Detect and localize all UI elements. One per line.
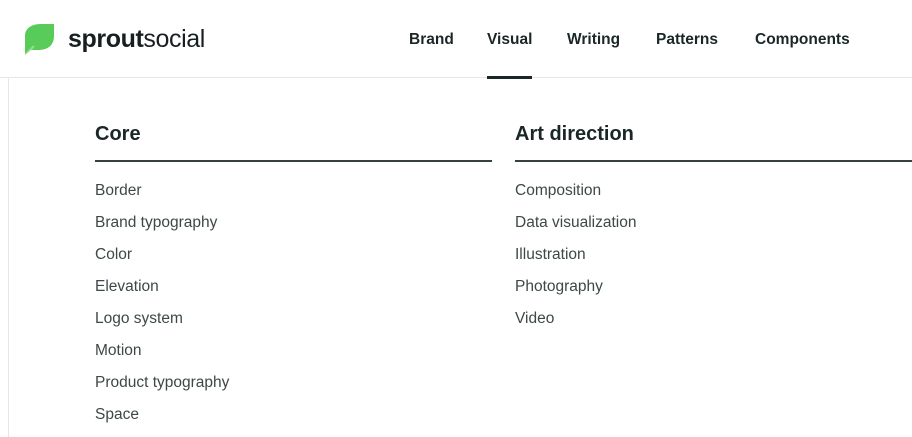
nav-writing[interactable]: Writing: [567, 30, 620, 50]
core-list-item: Product typography: [95, 373, 229, 405]
sprout-leaf-icon: [24, 24, 54, 56]
core-list-item: Elevation: [95, 277, 229, 309]
link-illustration[interactable]: Illustration: [515, 246, 586, 263]
link-photography[interactable]: Photography: [515, 278, 603, 295]
core-list-item: Motion: [95, 341, 229, 373]
link-border[interactable]: Border: [95, 182, 142, 199]
link-color[interactable]: Color: [95, 246, 132, 263]
logo-wordmark-light: social: [143, 25, 205, 53]
core-link-list: Border Brand typography Color Elevation …: [95, 181, 229, 437]
link-motion[interactable]: Motion: [95, 342, 142, 359]
art-direction-link-list: Composition Data visualization Illustrat…: [515, 181, 636, 341]
core-list-item: Color: [95, 245, 229, 277]
link-logo-system[interactable]: Logo system: [95, 310, 183, 327]
link-video[interactable]: Video: [515, 310, 554, 327]
core-section-divider: [95, 160, 492, 162]
link-composition[interactable]: Composition: [515, 182, 601, 199]
link-product-typography[interactable]: Product typography: [95, 374, 229, 391]
nav-brand[interactable]: Brand: [409, 30, 454, 50]
left-divider: [8, 78, 9, 437]
art-direction-list-item: Video: [515, 309, 636, 341]
logo-wordmark-bold: sprout: [68, 25, 144, 53]
art-direction-list-item: Illustration: [515, 245, 636, 277]
link-data-visualization[interactable]: Data visualization: [515, 214, 636, 231]
art-direction-list-item: Photography: [515, 277, 636, 309]
core-list-item: Brand typography: [95, 213, 229, 245]
logo-wordmark: sproutsocial: [68, 22, 205, 56]
nav-components[interactable]: Components: [755, 30, 850, 50]
nav-patterns[interactable]: Patterns: [656, 30, 718, 50]
nav-visual[interactable]: Visual: [487, 30, 533, 79]
art-direction-list-item: Data visualization: [515, 213, 636, 245]
art-direction-list-item: Composition: [515, 181, 636, 213]
link-space[interactable]: Space: [95, 406, 139, 423]
art-direction-section-title: Art direction: [515, 123, 634, 145]
link-elevation[interactable]: Elevation: [95, 278, 159, 295]
art-direction-section-divider: [515, 160, 912, 162]
site-header: sproutsocial Brand Visual Writing Patter…: [0, 0, 912, 79]
core-section-title: Core: [95, 123, 141, 145]
core-list-item: Space: [95, 405, 229, 437]
link-brand-typography[interactable]: Brand typography: [95, 214, 217, 231]
core-list-item: Logo system: [95, 309, 229, 341]
sproutsocial-logo[interactable]: sproutsocial: [22, 22, 205, 56]
core-list-item: Border: [95, 181, 229, 213]
